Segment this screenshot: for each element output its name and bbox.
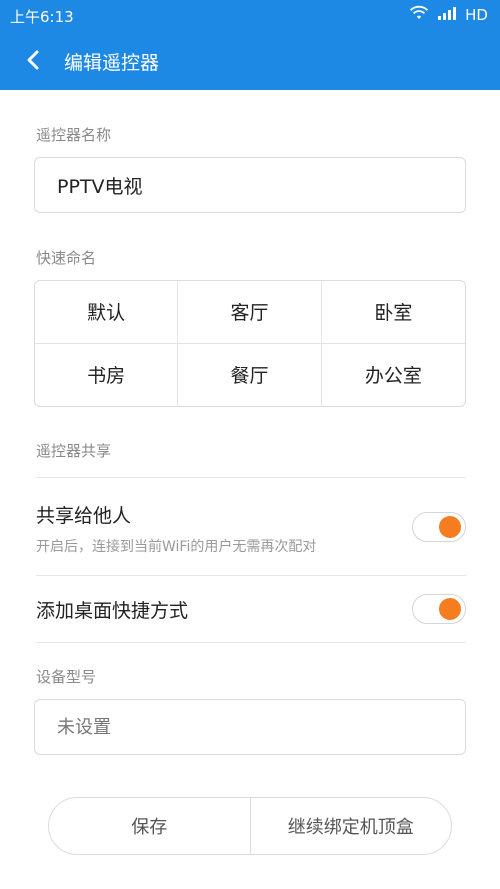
divider (36, 575, 466, 576)
quick-name-bedroom[interactable]: 卧室 (321, 281, 465, 344)
quick-name-office[interactable]: 办公室 (322, 344, 465, 407)
share-toggle[interactable] (412, 512, 466, 542)
status-bar: 上午6:13 HD (0, 0, 500, 30)
app-bar: 编辑遥控器 (0, 30, 500, 90)
toggle-knob (439, 516, 461, 538)
save-button[interactable]: 保存 (49, 798, 251, 854)
quick-name-dining-room[interactable]: 餐厅 (178, 343, 322, 406)
quick-name-default[interactable]: 默认 (35, 281, 179, 344)
divider (36, 642, 466, 643)
sharing-label: 遥控器共享 (36, 442, 112, 460)
status-icons: HD (409, 5, 488, 25)
quick-name-grid: 默认 客厅 卧室 书房 餐厅 办公室 (34, 280, 466, 407)
remote-name-label: 遥控器名称 (36, 126, 112, 144)
network-type: HD (465, 6, 488, 24)
toggle-knob (439, 598, 461, 620)
status-time: 上午6:13 (10, 8, 74, 26)
share-title: 共享给他人 (36, 505, 132, 527)
share-description: 开启后，连接到当前WiFi的用户无需再次配对 (36, 539, 317, 555)
shortcut-toggle[interactable] (412, 594, 466, 624)
back-chevron-icon[interactable] (20, 46, 48, 74)
signal-icon (437, 5, 457, 25)
device-model-label: 设备型号 (36, 668, 97, 686)
quick-name-study[interactable]: 书房 (35, 343, 179, 406)
wifi-icon (409, 5, 429, 25)
continue-bind-stb-button[interactable]: 继续绑定机顶盒 (251, 798, 452, 854)
remote-name-input[interactable] (35, 158, 465, 212)
shortcut-title: 添加桌面快捷方式 (36, 600, 189, 622)
device-model-input[interactable] (35, 700, 465, 754)
device-model-field[interactable] (34, 699, 466, 755)
page-title: 编辑遥控器 (64, 52, 160, 74)
remote-name-field[interactable] (34, 157, 466, 213)
divider (36, 477, 466, 478)
quick-name-label: 快速命名 (36, 249, 97, 267)
action-bar: 保存 继续绑定机顶盒 (48, 797, 452, 855)
quick-name-living-room[interactable]: 客厅 (178, 281, 322, 344)
